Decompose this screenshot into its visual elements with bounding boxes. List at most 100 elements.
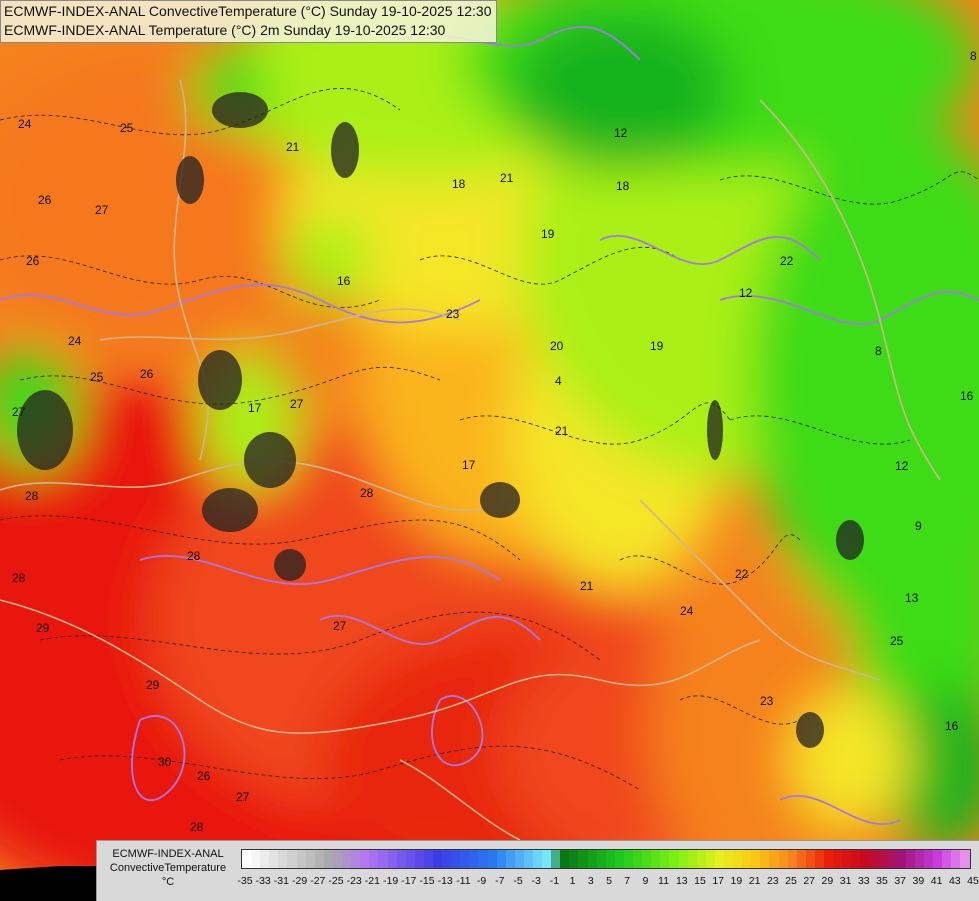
legend-swatch [833,850,843,868]
contour-label: 12 [895,459,909,473]
legend-tick-label: -17 [401,875,417,887]
legend-tick-label: 1 [569,875,576,887]
legend-swatch [842,850,852,868]
legend-swatch [942,850,952,868]
legend-swatch [387,850,397,868]
legend-tick-label: 15 [694,875,706,887]
contour-label: 25 [120,121,134,135]
legend-swatch [305,850,315,868]
legend-colorbar [241,849,971,869]
legend-tick-label: -29 [292,875,308,887]
legend-tick-label: 43 [948,875,961,887]
contour-label: 26 [38,193,52,207]
legend-swatch [751,850,761,868]
legend-tick-label: 39 [912,875,925,887]
legend-swatch [396,850,406,868]
legend-swatch [824,850,834,868]
legend-swatch [505,850,515,868]
legend-swatch [278,850,288,868]
contour-label: 21 [555,424,569,438]
legend-swatch [924,850,934,868]
legend-tick-label: 3 [587,875,594,887]
legend-swatch [542,850,552,868]
contour-label: 8 [970,49,977,63]
legend-swatch [514,850,524,868]
contour-label: 28 [187,549,201,563]
legend-swatch [623,850,634,868]
legend-swatch [533,850,543,868]
legend-swatch [251,850,261,868]
legend-swatch [405,850,415,868]
legend-swatch [669,850,679,868]
map-title-line2: ECMWF-INDEX-ANAL Temperature (°C) 2m Sun… [4,22,446,38]
contour-label: 13 [905,591,919,605]
legend-swatch [242,850,252,868]
legend-tick-label: 41 [930,875,943,887]
contour-label: 26 [140,367,154,381]
legend-swatch [887,850,897,868]
legend-tick-label: 25 [785,875,797,887]
contour-label: 23 [446,307,460,321]
legend-swatch [651,850,661,868]
legend-swatch [805,850,815,868]
legend-tick-label: 9 [642,875,649,887]
contour-label: 22 [735,567,749,581]
contour-label: 28 [360,486,374,500]
legend-tick-label: -9 [476,875,487,887]
legend-swatch [469,850,479,868]
legend-swatch [351,850,361,868]
legend-tick-label: 33 [857,875,870,887]
contour-label: 30 [158,755,172,769]
legend-tick-label: 35 [876,875,888,887]
legend-tick-label: -21 [364,875,380,887]
contour-label: 29 [146,678,160,692]
legend-swatch [696,850,706,868]
legend-unit: °C [161,876,175,888]
legend-tick-label: 45 [967,875,979,887]
legend-tick-label: 37 [894,875,907,887]
legend-tick-label: -31 [273,875,289,887]
weather-map: 24 25 26 27 26 24 25 26 27 28 29 28 29 30 26 27 28 27 27 28… [0,0,979,900]
legend-swatch [342,850,352,868]
legend-tick-label: -27 [310,875,326,887]
temperature-blobs [0,0,979,900]
legend-swatch [432,850,443,868]
contour-label: 26 [26,254,40,268]
temperature-field: 24 25 26 27 26 24 25 26 27 28 29 28 29 30 26 27 28 27 27 28… [0,0,979,900]
legend-swatch [523,850,533,868]
legend-tick-label: 5 [606,875,612,887]
legend-tick-labels: -35 -33 -31 -29 -27 -25 -23 -21 -19 -17 -15 -13 -11-… [237,875,979,891]
legend-tick-label: -25 [328,875,344,887]
legend-swatch [678,850,688,868]
legend-tick-label: -3 [531,875,541,887]
legend-tick-label: -1 [549,875,560,887]
legend-swatch [478,850,488,868]
legend-swatch [960,850,970,868]
contour-label: 27 [95,203,109,217]
legend-swatch [787,850,797,868]
contour-label: 25 [890,634,904,648]
contour-label: 23 [760,694,774,708]
legend-swatch [633,850,643,868]
legend-tick-label: -23 [346,875,362,887]
contour-label: 21 [286,140,300,154]
legend-swatch [814,850,824,868]
legend-swatch [687,850,697,868]
legend-tick-label: 17 [712,875,725,887]
legend-swatch [742,850,752,868]
legend-swatch [269,850,279,868]
legend-swatch [860,850,870,868]
contour-label: 21 [500,171,514,185]
legend-swatch [642,850,652,868]
legend-swatch [596,850,606,868]
legend-swatch [360,850,370,868]
legend-swatch [896,850,906,868]
contour-label: 8 [875,344,882,358]
no-data-area [0,866,96,900]
contour-label: 26 [197,769,211,783]
legend-tick-label: -13 [437,875,453,887]
legend-swatch [614,850,624,868]
legend-swatch [723,850,734,868]
contour-label: 21 [580,579,594,593]
contour-label: 28 [25,489,39,503]
